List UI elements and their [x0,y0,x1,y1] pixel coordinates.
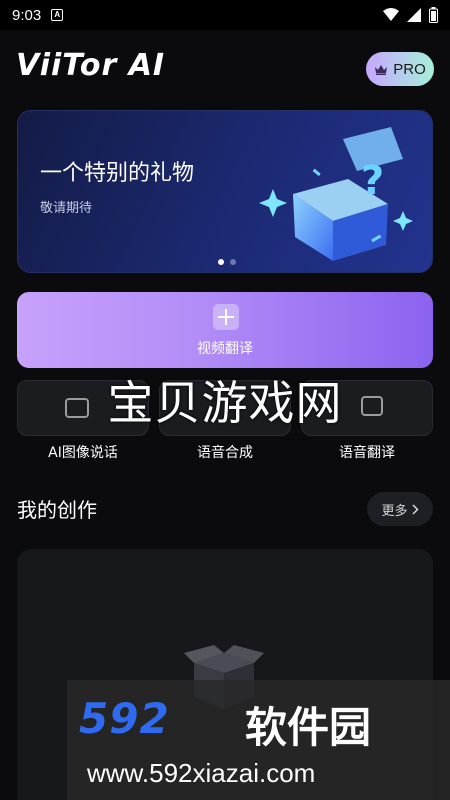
notification-icon: A [51,9,64,21]
banner-title: 一个特别的礼物 [40,161,195,186]
video-translate-label: 视频翻译 [197,341,253,357]
battery-icon [429,7,438,23]
carousel-indicator [218,259,236,265]
status-icons [383,7,438,23]
bottom-watermark: 592 软件园 www.592xiazai.com [67,680,450,800]
more-label: 更多 [381,503,408,519]
tool-label-speech-synthesis: 语音合成 [197,445,253,461]
signal-icon [407,8,421,22]
carousel-dot [218,259,224,265]
app-header: ViiTor AI PRO [0,30,450,110]
more-button[interactable]: 更多 [367,492,433,526]
carousel-dot [230,259,236,265]
section-title-creations: 我的创作 [17,498,97,522]
wifi-icon [383,8,399,21]
video-translate-button[interactable]: 视频翻译 [17,292,433,368]
overlay-watermark: 宝贝游戏网 [107,376,343,430]
svg-text:?: ? [361,158,384,204]
tool-label-speech-translate: 语音翻译 [339,445,395,461]
app-logo: ViiTor AI [16,48,166,83]
banner-subtitle: 敬请期待 [40,201,93,216]
gift-box-icon: ? [259,127,413,261]
pro-button[interactable]: PRO [366,52,434,86]
tool-label-ai-image-talk: AI图像说话 [48,445,118,461]
crown-icon [375,64,388,75]
promo-banner[interactable]: 一个特别的礼物 敬请期待 ? [17,110,433,273]
watermark-url: www.592xiazai.com [87,758,316,788]
watermark-brand-number: 592 [79,694,170,743]
status-bar: 9:03 A [0,0,450,30]
pro-label: PRO [393,60,426,78]
chevron-right-icon [411,503,419,515]
status-time: 9:03 [12,6,42,24]
watermark-brand-name: 软件园 [245,703,372,752]
plus-icon [213,304,239,330]
